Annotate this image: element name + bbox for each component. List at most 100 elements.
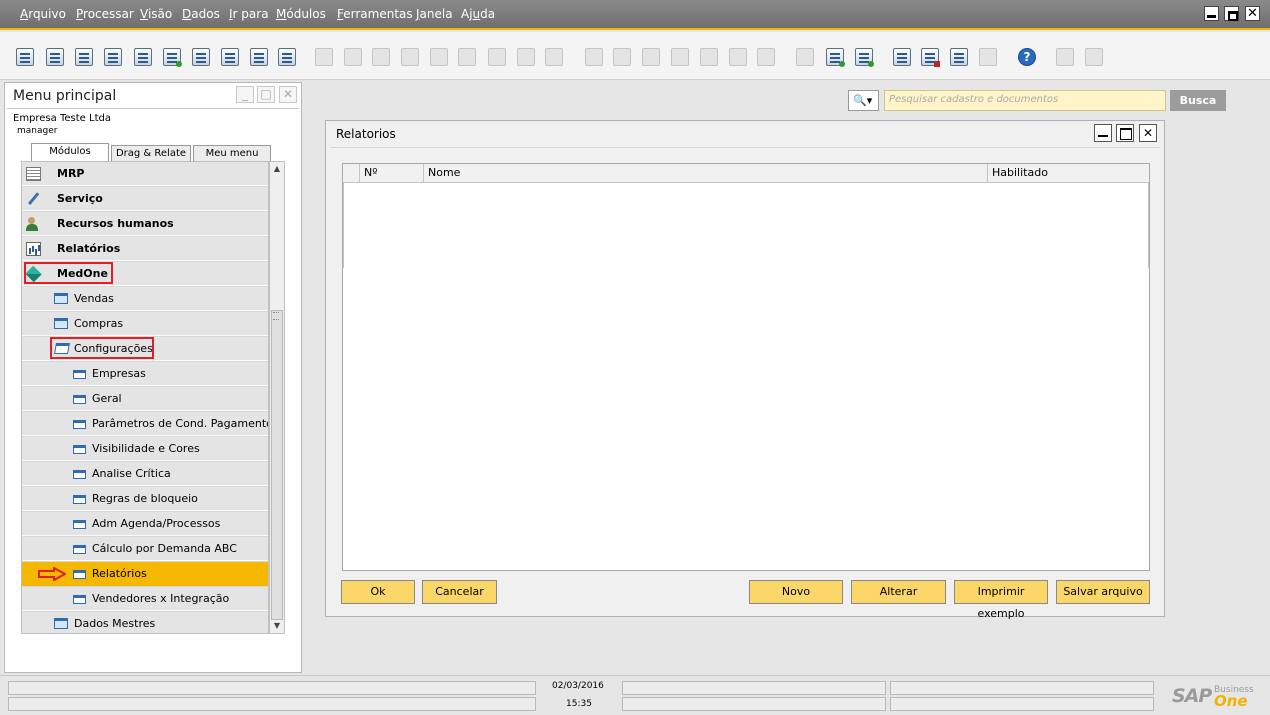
messages-icon[interactable] <box>921 48 940 67</box>
tree-item-relatorios-selected[interactable]: Relatórios <box>22 562 268 586</box>
fax-icon[interactable] <box>134 48 152 66</box>
panel-close-button[interactable]: ✕ <box>279 86 297 103</box>
status-field-4 <box>622 697 886 711</box>
tree-item-recursos-humanos[interactable]: Recursos humanos <box>22 212 268 236</box>
search-dropdown-button[interactable]: 🔍▾ <box>848 90 879 111</box>
menu-modulos[interactable]: Módulos <box>276 7 326 21</box>
form-icon <box>73 595 86 604</box>
reports-grid[interactable]: Nº Nome Habilitado <box>342 163 1150 571</box>
ok-button[interactable]: Ok <box>341 580 415 604</box>
first-record-icon <box>372 48 390 66</box>
tree-item-regras-bloqueio[interactable]: Regras de bloqueio <box>22 487 268 511</box>
tree-item-empresas[interactable]: Empresas <box>22 362 268 386</box>
highlight-box-configuracoes <box>50 337 154 359</box>
highlight-box-medone <box>24 262 113 284</box>
tree-item-calculo-demanda-abc[interactable]: Cálculo por Demanda ABC <box>22 537 268 561</box>
sms-icon[interactable] <box>104 48 122 66</box>
tree-item-visibilidade-cores[interactable]: Visibilidade e Cores <box>22 437 268 461</box>
status-field-5 <box>890 681 1154 695</box>
status-field-3 <box>622 681 886 695</box>
window-minimize-button[interactable] <box>1204 6 1219 21</box>
status-message-field-2 <box>8 697 536 711</box>
dialog-minimize-button[interactable] <box>1094 124 1112 142</box>
base-document-icon <box>585 48 603 66</box>
menu-visao[interactable]: Visão <box>140 7 172 21</box>
report-chart-icon <box>26 242 41 256</box>
form-icon <box>73 495 86 504</box>
lock-screen-icon[interactable] <box>278 48 296 66</box>
column-header-nome[interactable]: Nome <box>423 164 987 183</box>
panel-maximize-button[interactable]: □ <box>257 86 275 103</box>
print-preview-icon[interactable] <box>16 48 34 66</box>
tree-item-vendas[interactable]: Vendas <box>22 287 268 311</box>
dialog-maximize-button[interactable] <box>1116 124 1134 142</box>
window-close-button[interactable]: ✕ <box>1245 6 1260 21</box>
menu-bar: Arquivo Processar Visão Dados Ir para Mó… <box>0 0 1270 30</box>
alerts-icon[interactable] <box>950 48 968 66</box>
dialog-close-button[interactable]: ✕ <box>1139 124 1157 142</box>
export-word-icon[interactable] <box>192 48 210 66</box>
previous-record-icon <box>401 48 419 66</box>
wrench-icon <box>27 192 41 206</box>
tab-meu-menu[interactable]: Meu menu <box>193 145 271 161</box>
panel-minimize-button[interactable]: _ <box>236 86 254 103</box>
calendar-icon[interactable] <box>893 48 911 66</box>
tree-item-compras[interactable]: Compras <box>22 312 268 336</box>
add-icon <box>344 48 362 66</box>
org-chart-icon <box>979 48 997 66</box>
payment-means-icon <box>671 48 689 66</box>
new-button[interactable]: Novo <box>749 580 843 604</box>
module-tree: MRP Serviço Recursos humanos Relatórios … <box>21 161 269 634</box>
scroll-up-button[interactable]: ▲ <box>270 162 284 176</box>
form-settings-icon <box>796 48 814 66</box>
status-time: 15:35 <box>566 699 592 709</box>
scroll-down-button[interactable]: ▼ <box>270 619 284 633</box>
window-restore-button[interactable] <box>1224 6 1239 21</box>
scroll-thumb[interactable] <box>271 310 283 620</box>
email-icon[interactable] <box>75 48 93 66</box>
tree-item-mrp[interactable]: MRP <box>22 162 268 186</box>
tree-scrollbar[interactable]: ▲ ▼ <box>269 161 285 634</box>
tree-item-vendedores-integracao[interactable]: Vendedores x Integração <box>22 587 268 611</box>
tree-item-analise-critica[interactable]: Analise Crítica <box>22 462 268 486</box>
layout-designer-icon[interactable] <box>826 48 845 67</box>
last-record-icon <box>458 48 476 66</box>
form-icon <box>73 520 86 529</box>
menu-ajuda[interactable]: Ajuda <box>461 7 495 21</box>
menu-processar[interactable]: Processar <box>76 7 134 21</box>
export-excel-icon[interactable] <box>163 48 182 67</box>
launch-application-icon[interactable] <box>250 48 268 66</box>
filter-icon <box>517 48 535 66</box>
search-input[interactable]: Pesquisar cadastro e documentos <box>884 90 1166 111</box>
export-pdf-icon[interactable] <box>221 48 239 66</box>
busca-button[interactable]: Busca <box>1170 90 1226 111</box>
tree-item-relatorios-module[interactable]: Relatórios <box>22 237 268 261</box>
print-icon[interactable] <box>46 48 64 66</box>
menu-ferramentas[interactable]: Ferramentas <box>337 7 413 21</box>
save-file-button[interactable]: Salvar arquivo <box>1056 580 1150 604</box>
tree-item-adm-agenda-processos[interactable]: Adm Agenda/Processos <box>22 512 268 536</box>
help-icon[interactable]: ? <box>1018 48 1036 66</box>
tab-drag-relate[interactable]: Drag & Relate <box>111 145 191 161</box>
print-sample-button[interactable]: Imprimir exemplo <box>954 580 1048 620</box>
relatorios-dialog: Relatorios ✕ Nº Nome Habilitado Ok Cance… <box>325 120 1165 620</box>
form-icon <box>73 470 86 479</box>
tree-item-dados-mestres[interactable]: Dados Mestres <box>22 612 268 633</box>
tab-modulos[interactable]: Módulos <box>31 143 109 161</box>
column-header-numero[interactable]: Nº <box>359 164 423 183</box>
menu-arquivo[interactable]: Arquivo <box>20 7 66 21</box>
grid-header: Nº Nome Habilitado <box>343 164 1149 183</box>
tree-item-parametros-cond-pagamento[interactable]: Parâmetros de Cond. Pagamento <box>22 412 268 436</box>
cancel-button[interactable]: Cancelar <box>422 580 497 604</box>
edit-button[interactable]: Alterar <box>851 580 946 604</box>
query-wizard-icon[interactable] <box>855 48 874 67</box>
menu-dados[interactable]: Dados <box>182 7 220 21</box>
tree-item-geral[interactable]: Geral <box>22 387 268 411</box>
menu-ir-para[interactable]: Ir para <box>229 7 269 21</box>
tree-item-servico[interactable]: Serviço <box>22 187 268 211</box>
menu-janela[interactable]: Janela <box>416 7 453 21</box>
company-name: Empresa Teste Ltda <box>13 113 111 124</box>
column-header-habilitado[interactable]: Habilitado <box>987 164 1149 183</box>
document-settings-icon <box>1085 48 1103 66</box>
volume-weight-icon <box>729 48 747 66</box>
